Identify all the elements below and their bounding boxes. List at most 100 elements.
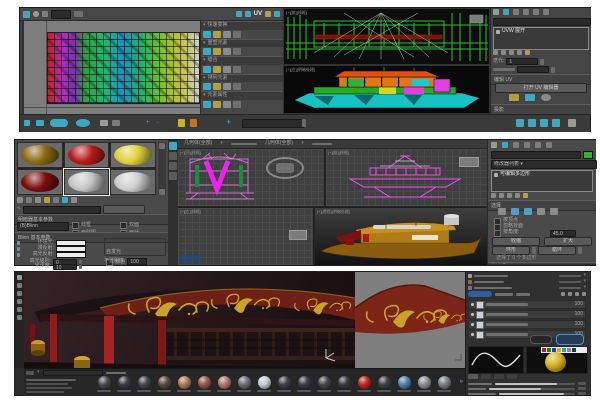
- properties-tab-icon[interactable]: [481, 374, 491, 379]
- element-subobject-icon[interactable]: [550, 208, 558, 215]
- material-name-dropdown[interactable]: [23, 206, 101, 214]
- stack-item-label[interactable]: UVW 展开: [502, 29, 525, 35]
- get-material-icon[interactable]: [17, 197, 23, 203]
- shelf-material-item[interactable]: [334, 375, 354, 392]
- tab-modify-icon[interactable]: [503, 9, 509, 15]
- color-swatch[interactable]: [56, 252, 86, 258]
- pick-material-icon[interactable]: [71, 197, 77, 203]
- layer-opacity-value[interactable]: 100: [575, 322, 583, 328]
- slider-value-field[interactable]: [578, 392, 586, 395]
- viewport-front-wireframe-boat[interactable]: [+][前][线框]: [326, 149, 487, 206]
- sp-2d-viewport[interactable]: [355, 272, 465, 368]
- layer-opacity-value[interactable]: 100: [575, 312, 583, 318]
- tab-utilities-icon[interactable]: [546, 142, 552, 148]
- spinner-icon[interactable]: [540, 59, 544, 65]
- shelf-material-item[interactable]: [194, 375, 214, 392]
- keyboard-shortcut-icon[interactable]: [190, 119, 197, 127]
- options-icon[interactable]: [274, 11, 280, 17]
- tab-utilities-icon[interactable]: [543, 9, 549, 15]
- tab-hierarchy-icon[interactable]: [513, 142, 519, 148]
- uv-panel-section-header[interactable]: ▾ 重塑元素: [201, 39, 284, 48]
- header-item-bar[interactable]: [231, 143, 257, 145]
- uv-checker-texture[interactable]: [46, 32, 200, 104]
- ring-button[interactable]: 环形: [492, 246, 530, 255]
- material-preview-widget[interactable]: [526, 346, 588, 374]
- viewport-label[interactable]: [+][顶][线框]: [180, 150, 201, 156]
- uv-tool-icon[interactable]: [213, 31, 221, 38]
- sample-type-icon[interactable]: ✎: [17, 207, 21, 213]
- tab-other[interactable]: [495, 293, 513, 296]
- shelf-material-item[interactable]: [274, 375, 294, 392]
- shelf-material-item[interactable]: [314, 375, 334, 392]
- layout-tab-icon[interactable]: [169, 142, 177, 150]
- tab-layers[interactable]: [468, 291, 492, 297]
- add-mask-icon[interactable]: [575, 292, 579, 296]
- uv-falloff-icon[interactable]: [50, 119, 68, 127]
- object-name-field[interactable]: [493, 18, 591, 26]
- lock-selection-icon[interactable]: [178, 119, 185, 127]
- uv-panel-section-header[interactable]: ▾ 缝合: [201, 56, 284, 65]
- layer-row[interactable]: 100: [468, 300, 586, 309]
- pan-view-icon[interactable]: [516, 119, 524, 127]
- clone-tool-icon[interactable]: [17, 315, 22, 320]
- uv-tool-icon[interactable]: [233, 66, 241, 73]
- move-icon[interactable]: [23, 11, 30, 18]
- polygon-fill-tool-icon[interactable]: [17, 299, 22, 304]
- configure-sets-icon[interactable]: [525, 50, 530, 55]
- freeform-mode-icon[interactable]: [74, 11, 83, 17]
- highlight-field[interactable]: 10: [53, 264, 77, 270]
- shelf-material-item[interactable]: [234, 375, 254, 392]
- spinner-icon[interactable]: [302, 119, 306, 127]
- selection-checkbox[interactable]: 按角度:: [494, 230, 523, 236]
- material-slot[interactable]: [64, 142, 110, 168]
- layer-visibility-icon[interactable]: [471, 323, 474, 326]
- material-slot[interactable]: [64, 169, 110, 195]
- tab-display-icon[interactable]: [535, 142, 541, 148]
- layout-tab-icon[interactable]: [169, 152, 177, 160]
- shelf-material-item[interactable]: [354, 375, 374, 392]
- uv-tool-icon[interactable]: [213, 101, 221, 108]
- reset-map-icon[interactable]: [35, 197, 41, 203]
- show-map-icon[interactable]: [265, 11, 271, 17]
- shelf-material-item[interactable]: [174, 375, 194, 392]
- layer-row[interactable]: 100: [468, 320, 586, 329]
- spinner-icon[interactable]: [578, 247, 582, 254]
- properties-tab-icon[interactable]: [468, 374, 478, 379]
- viewport-left-shaded[interactable]: [+][左][明暗处理]: [283, 65, 490, 114]
- shelf-material-item[interactable]: [154, 375, 174, 392]
- make-unique-icon[interactable]: [507, 193, 512, 198]
- remove-modifier-icon[interactable]: [517, 50, 522, 55]
- show-map-in-viewport-icon[interactable]: [44, 197, 50, 203]
- viewport-overlay-button[interactable]: [289, 230, 307, 240]
- sp-3d-viewport[interactable]: [24, 272, 355, 368]
- uv-editor-canvas[interactable]: [22, 21, 202, 114]
- uv-tool-icon[interactable]: [233, 83, 241, 90]
- scroll-down-icon[interactable]: [159, 189, 165, 195]
- tab-other[interactable]: [516, 293, 530, 296]
- show-end-result-icon[interactable]: [501, 50, 506, 55]
- paint-tool-icon[interactable]: [17, 275, 22, 280]
- uv-tool-icon[interactable]: [203, 83, 211, 90]
- coordinate-field[interactable]: [242, 119, 304, 128]
- zoom-region-icon[interactable]: [540, 119, 548, 127]
- zoom-extents-icon[interactable]: [528, 119, 536, 127]
- viewport-label[interactable]: [+][前][线框]: [286, 10, 307, 16]
- pin-stack-icon[interactable]: [493, 50, 498, 55]
- material-id-icon[interactable]: [62, 197, 68, 203]
- uv-tool-icon[interactable]: [223, 101, 231, 108]
- tab-display-icon[interactable]: [533, 9, 539, 15]
- uv-panel-section-header[interactable]: ▾ 快速变换: [201, 21, 284, 30]
- lock-icon[interactable]: [17, 247, 20, 251]
- properties-tab-icon[interactable]: [507, 374, 517, 379]
- zoom-plus-icon[interactable]: +: [146, 120, 150, 127]
- uv-tool-icon[interactable]: [223, 83, 231, 90]
- edge-subobject-icon[interactable]: [511, 208, 519, 215]
- uv-tool-icon[interactable]: [203, 31, 211, 38]
- tab-hierarchy-icon[interactable]: [513, 9, 519, 15]
- swatch-icon[interactable]: [567, 348, 571, 352]
- properties-tab-icon[interactable]: [494, 374, 504, 379]
- slider-value-field[interactable]: [578, 382, 586, 385]
- iterations-field[interactable]: 1: [506, 58, 538, 65]
- object-color-swatch[interactable]: [583, 151, 593, 159]
- slider-row[interactable]: [468, 391, 586, 396]
